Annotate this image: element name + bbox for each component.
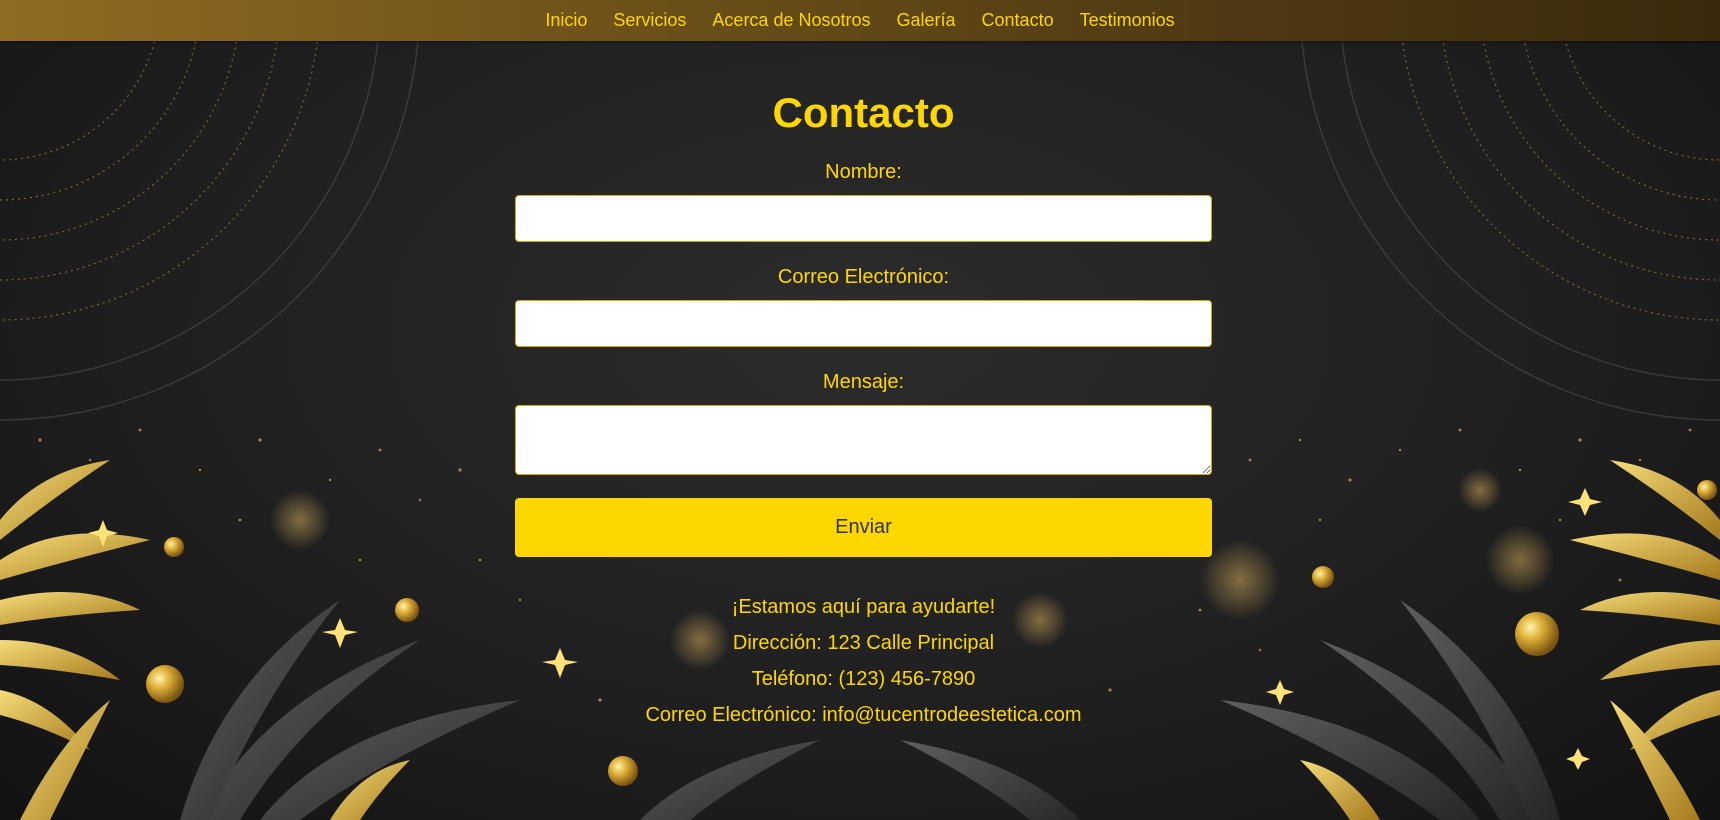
nav-link-servicios[interactable]: Servicios (613, 10, 686, 31)
nav-link-testimonios[interactable]: Testimonios (1080, 10, 1175, 31)
top-navigation: Inicio Servicios Acerca de Nosotros Gale… (0, 0, 1720, 41)
nav-link-contacto[interactable]: Contacto (982, 10, 1054, 31)
nav-link-galeria[interactable]: Galería (897, 10, 956, 31)
arc-decoration-left (0, 0, 321, 321)
info-address: Dirección: 123 Calle Principal (732, 632, 995, 654)
nav-link-inicio[interactable]: Inicio (545, 10, 587, 31)
message-field[interactable] (515, 405, 1212, 475)
nav-link-acerca-de-nosotros[interactable]: Acerca de Nosotros (712, 10, 870, 31)
email-field[interactable] (515, 300, 1212, 347)
name-label: Nombre: (825, 161, 902, 183)
arc-decoration-right (1399, 0, 1720, 321)
info-tagline: ¡Estamos aquí para ayudarte! (731, 596, 996, 618)
info-email: Correo Electrónico: info@tucentrodeestet… (645, 704, 1082, 726)
submit-button[interactable]: Enviar (515, 498, 1212, 557)
palm-leaf-icon (0, 460, 410, 820)
contact-section: Contacto Nombre: Correo Electrónico: Men… (515, 41, 1212, 733)
contact-info: ¡Estamos aquí para ayudarte! Dirección: … (645, 589, 1081, 733)
email-label: Correo Electrónico: (777, 266, 950, 288)
message-label: Mensaje: (822, 371, 905, 393)
info-phone: Teléfono: (123) 456-7890 (751, 668, 976, 690)
page-title: Contacto (772, 89, 955, 136)
name-field[interactable] (515, 195, 1212, 242)
